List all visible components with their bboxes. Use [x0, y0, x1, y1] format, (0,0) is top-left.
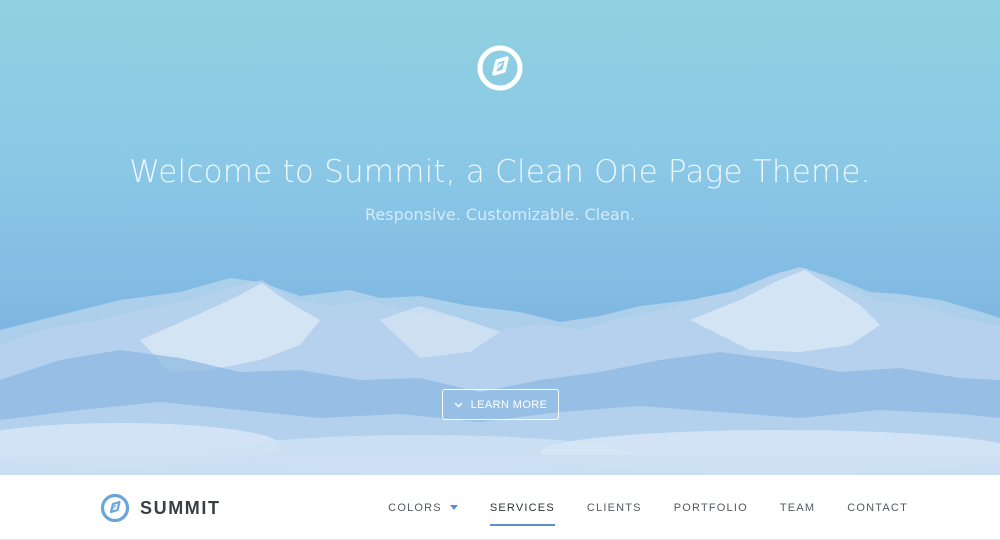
summit-logo-icon — [100, 493, 130, 523]
learn-more-button[interactable]: LEARN MORE — [442, 389, 559, 420]
nav-item-colors[interactable]: COLORS — [388, 496, 458, 520]
nav-item-label: TEAM — [779, 501, 816, 514]
nav-item-services[interactable]: SERVICES — [489, 496, 555, 526]
navbar: SUMMIT COLORS SERVICES CLIENTS PORTFOLIO… — [0, 475, 1000, 540]
summit-logo-icon — [477, 45, 523, 91]
nav-item-label: SERVICES — [489, 501, 555, 514]
hero-section: Welcome to Summit, a Clean One Page Them… — [0, 0, 1000, 475]
nav-item-clients[interactable]: CLIENTS — [587, 496, 642, 520]
nav-item-contact[interactable]: CONTACT — [847, 496, 908, 520]
chevron-down-icon — [454, 402, 463, 407]
nav-item-label: PORTFOLIO — [673, 501, 748, 514]
brand-logo-link[interactable]: SUMMIT — [100, 493, 221, 523]
nav-item-label: CONTACT — [847, 501, 908, 514]
hero-title: Welcome to Summit, a Clean One Page Them… — [129, 154, 871, 190]
nav-item-label: CLIENTS — [586, 501, 642, 514]
brand-name: SUMMIT — [140, 497, 221, 518]
nav-item-label: COLORS — [388, 501, 442, 514]
nav-item-portfolio[interactable]: PORTFOLIO — [674, 496, 748, 520]
nav-item-team[interactable]: TEAM — [780, 496, 815, 520]
learn-more-label: LEARN MORE — [470, 398, 548, 411]
main-nav: COLORS SERVICES CLIENTS PORTFOLIO TEAM C… — [388, 475, 908, 540]
landing-page: Welcome to Summit, a Clean One Page Them… — [0, 0, 1000, 540]
hero-subtitle: Responsive. Customizable. Clean. — [365, 205, 635, 224]
caret-down-icon — [449, 505, 458, 510]
